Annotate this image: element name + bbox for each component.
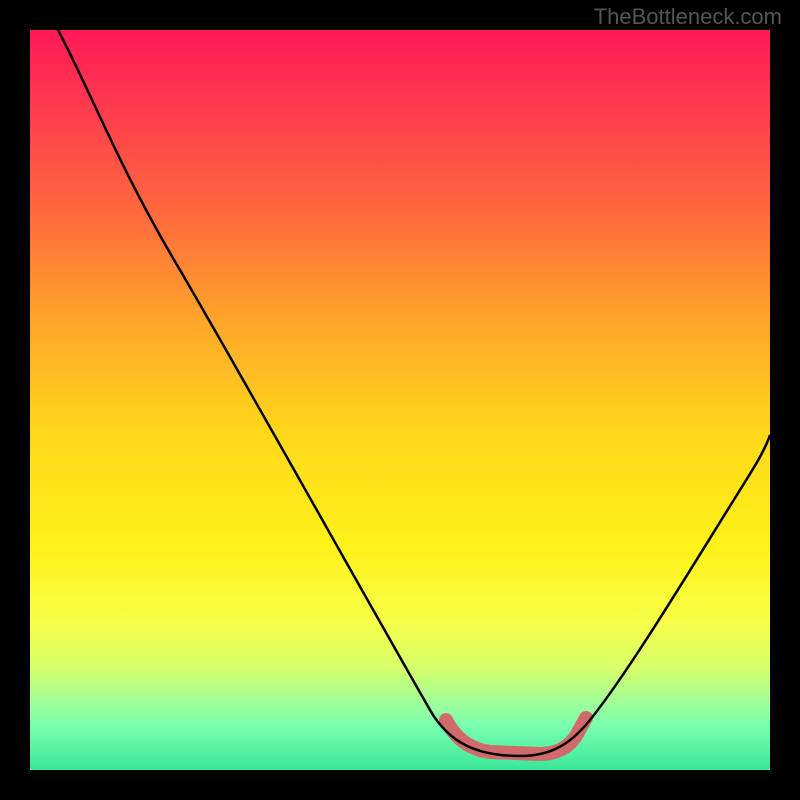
watermark-text: TheBottleneck.com — [594, 4, 782, 30]
optimal-range-highlight — [446, 718, 586, 754]
plot-area — [30, 30, 770, 770]
chart-frame: TheBottleneck.com — [0, 0, 800, 800]
curve-svg — [30, 30, 770, 770]
bottleneck-curve-line — [58, 30, 770, 756]
